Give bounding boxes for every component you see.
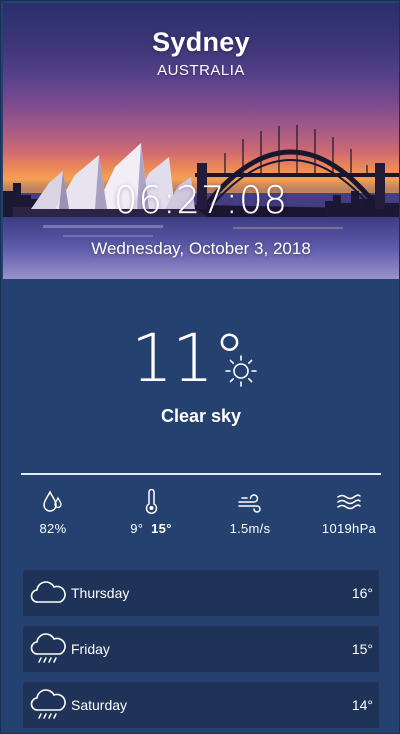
forecast-day: Thursday <box>71 585 130 601</box>
temperature-range-stat: 9° 15° <box>111 489 191 536</box>
high-temperature: 15° <box>151 521 172 536</box>
rain-cloud-icon <box>30 689 66 719</box>
cloud-icon <box>30 581 66 603</box>
wind-icon <box>238 494 261 513</box>
weather-app: Sydney AUSTRALIA 06:27:08 Wednesday, Oct… <box>0 0 400 734</box>
rain-cloud-icon <box>30 633 66 663</box>
sun-icon <box>225 355 257 387</box>
low-temperature: 9° <box>130 521 144 536</box>
forecast-row[interactable]: Friday 15° <box>23 626 379 672</box>
wind-stat: 1.5m/s <box>210 489 290 536</box>
forecast-row[interactable]: Saturday 14° <box>23 682 379 728</box>
thermometer-icon <box>145 489 158 515</box>
current-condition: Clear sky <box>160 406 242 426</box>
weather-stats: 82% 9° 15° 1.5m/s 1019hPa <box>21 489 383 541</box>
pressure-icon <box>337 494 361 510</box>
humidity-stat: 82% <box>13 489 93 536</box>
pressure-stat: 1019hPa <box>309 489 389 536</box>
divider <box>21 473 381 475</box>
forecast-high: 15° <box>351 641 373 657</box>
pressure-value: 1019hPa <box>321 521 377 536</box>
country-name: AUSTRALIA <box>157 62 245 79</box>
forecast-row[interactable]: Thursday 16° <box>23 570 379 616</box>
local-time: 06:27:08 <box>113 179 289 222</box>
city-hero-image: Sydney AUSTRALIA 06:27:08 Wednesday, Oct… <box>3 3 399 279</box>
forecast-day: Friday <box>71 641 110 657</box>
forecast-day: Saturday <box>71 697 128 713</box>
humidity-value: 82% <box>39 521 67 536</box>
wind-value: 1.5m/s <box>229 521 271 536</box>
humidity-icon <box>43 490 62 512</box>
current-temperature-block: 11° <box>1 323 400 403</box>
forecast-high: 14° <box>351 697 373 713</box>
local-date: Wednesday, October 3, 2018 <box>91 239 311 258</box>
forecast-high: 16° <box>351 585 373 601</box>
temperature-range-value: 9° 15° <box>111 521 191 536</box>
city-name: Sydney <box>152 27 250 57</box>
